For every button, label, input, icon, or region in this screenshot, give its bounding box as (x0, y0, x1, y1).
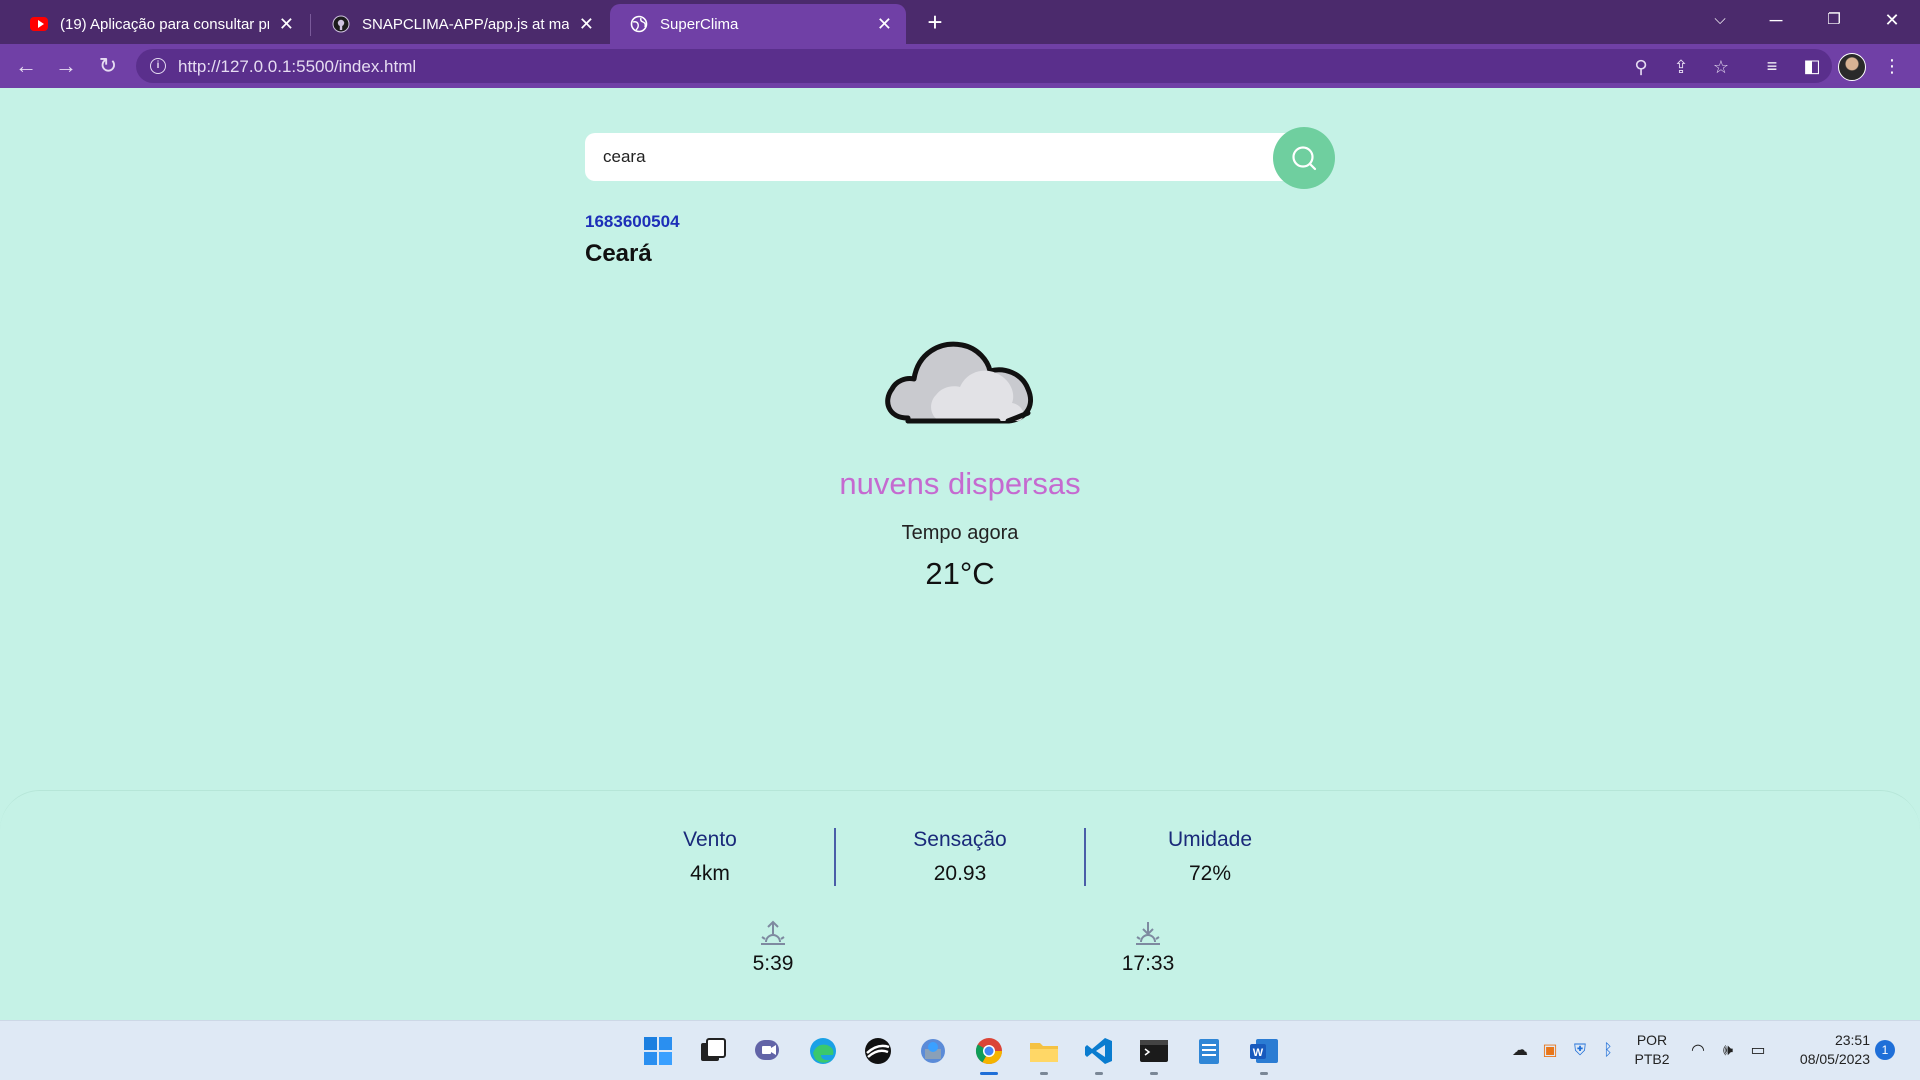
svg-text:W: W (1253, 1047, 1264, 1059)
tab-superclima[interactable]: SuperClima ✕ (610, 4, 906, 44)
sunrise-time: 5:39 (752, 952, 794, 975)
side-panel-icon[interactable]: ◧ (1800, 54, 1824, 78)
url-text[interactable]: http://127.0.0.1:5500/index.html (178, 57, 416, 77)
cloud-icon (885, 341, 1033, 424)
close-window-button[interactable]: ✕ (1864, 0, 1920, 40)
sunset-block: 17:33 (1068, 918, 1228, 976)
app-indicator (1095, 1072, 1103, 1075)
vscode-icon[interactable] (1083, 1035, 1115, 1067)
restore-button[interactable]: ❐ (1806, 0, 1862, 40)
site-info-icon[interactable]: i (150, 58, 166, 74)
details-panel (0, 790, 1920, 1031)
bookmark-star-icon[interactable]: ☆ (1710, 56, 1732, 78)
sunrise-icon (761, 920, 785, 945)
tab-title: (19) Aplicação para consultar pre (60, 15, 269, 33)
tab-github[interactable]: SNAPCLIMA-APP/app.js at main ✕ (312, 4, 608, 44)
search-button[interactable] (1273, 127, 1335, 189)
weather-now-label: Tempo agora (901, 522, 1019, 544)
battery-icon[interactable]: ▭ (1748, 1041, 1768, 1061)
media-control-icon[interactable]: ≡ (1760, 54, 1784, 78)
app-icon[interactable] (862, 1035, 894, 1067)
menu-kebab-icon[interactable]: ⋮ (1880, 54, 1904, 78)
sunset-time: 17:33 (1121, 952, 1175, 975)
active-app-indicator (980, 1072, 998, 1075)
city-search-input[interactable] (585, 133, 1305, 181)
notepad-icon[interactable] (1193, 1035, 1225, 1067)
teams-chat-icon[interactable] (752, 1035, 784, 1067)
task-view-icon[interactable] (697, 1035, 729, 1067)
share-icon[interactable]: ⇪ (1670, 56, 1692, 78)
sunrise-block: 5:39 (693, 918, 853, 976)
app-indicator (1150, 1072, 1158, 1075)
globe-icon (630, 15, 648, 33)
clock-time[interactable]: 23:51 (1780, 1032, 1870, 1048)
java-update-icon[interactable]: ▣ (1540, 1041, 1560, 1061)
app-indicator (1260, 1072, 1268, 1075)
feels-like-value: 20.93 (933, 862, 987, 885)
address-bar[interactable]: i http://127.0.0.1:5500/index.html ⚲ ⇪ ☆ (136, 49, 1832, 83)
feels-like-stat: Sensação 20.93 (840, 828, 1080, 886)
wind-stat: Vento 4km (590, 828, 830, 886)
search-icon (1292, 146, 1317, 171)
youtube-icon (30, 15, 48, 33)
file-explorer-icon[interactable] (1028, 1035, 1060, 1067)
tab-separator (310, 14, 311, 36)
tab-title: SNAPCLIMA-APP/app.js at main (362, 15, 569, 33)
timestamp-text: 1683600504 (585, 212, 680, 231)
humidity-label: Umidade (1167, 828, 1253, 851)
location-pin-icon[interactable]: ⚲ (1630, 56, 1652, 78)
close-tab-icon[interactable]: ✕ (279, 14, 294, 35)
tab-title: SuperClima (660, 15, 739, 33)
sunset-icon (1136, 922, 1160, 945)
weather-description: nuvens dispersas (839, 466, 1081, 501)
superclima-page: 1683600504 Ceará nuvens dispersas Tempo … (0, 88, 1920, 1031)
profile-avatar[interactable] (1838, 53, 1866, 81)
windows-taskbar: W ☁ ▣ ⛨ ᛒ POR PTB2 ◠ 🕪 ▭ 23:51 08/05/202… (0, 1020, 1920, 1080)
minimize-button[interactable]: ─ (1748, 0, 1804, 40)
chrome-icon[interactable] (973, 1035, 1005, 1067)
keyboard-layout[interactable]: PTB2 (1630, 1051, 1674, 1067)
windows-start-icon[interactable] (642, 1035, 674, 1067)
reload-icon[interactable]: ↻ (92, 50, 124, 82)
temperature-value: 21°C (925, 556, 995, 591)
wind-label: Vento (683, 828, 737, 851)
stat-divider (1084, 828, 1086, 886)
word-icon[interactable]: W (1248, 1035, 1280, 1067)
onedrive-icon[interactable]: ☁ (1510, 1041, 1530, 1061)
close-tab-icon[interactable]: ✕ (579, 14, 594, 35)
notification-badge[interactable]: 1 (1875, 1040, 1895, 1060)
edge-browser-icon[interactable] (807, 1035, 839, 1067)
input-language[interactable]: POR (1630, 1032, 1674, 1048)
humidity-value: 72% (1188, 862, 1232, 885)
terminal-icon[interactable] (1138, 1035, 1170, 1067)
volume-icon[interactable]: 🕪 (1718, 1041, 1738, 1061)
clock-date[interactable]: 08/05/2023 (1780, 1051, 1870, 1067)
security-shield-icon[interactable]: ⛨ (1570, 1041, 1590, 1061)
app-indicator (1040, 1072, 1048, 1075)
back-icon[interactable]: ← (10, 50, 42, 82)
feels-like-label: Sensação (913, 828, 1007, 851)
github-icon (332, 15, 350, 33)
network-app-icon[interactable] (917, 1035, 949, 1067)
browser-toolbar: ← → ↻ i http://127.0.0.1:5500/index.html… (0, 44, 1920, 88)
browser-tab-bar: (19) Aplicação para consultar pre ✕ SNAP… (0, 0, 1920, 44)
humidity-stat: Umidade 72% (1090, 828, 1330, 886)
new-tab-button[interactable]: + (922, 6, 948, 38)
bluetooth-icon[interactable]: ᛒ (1598, 1041, 1618, 1061)
tab-search-chevron-icon[interactable]: ⌵ (1692, 0, 1748, 40)
stat-divider (834, 828, 836, 886)
close-tab-icon[interactable]: ✕ (877, 14, 892, 35)
forward-icon[interactable]: → (50, 50, 82, 82)
city-name: Ceará (585, 240, 652, 267)
wifi-icon[interactable]: ◠ (1688, 1041, 1708, 1061)
tab-youtube[interactable]: (19) Aplicação para consultar pre ✕ (10, 4, 308, 44)
wind-value: 4km (690, 862, 730, 885)
